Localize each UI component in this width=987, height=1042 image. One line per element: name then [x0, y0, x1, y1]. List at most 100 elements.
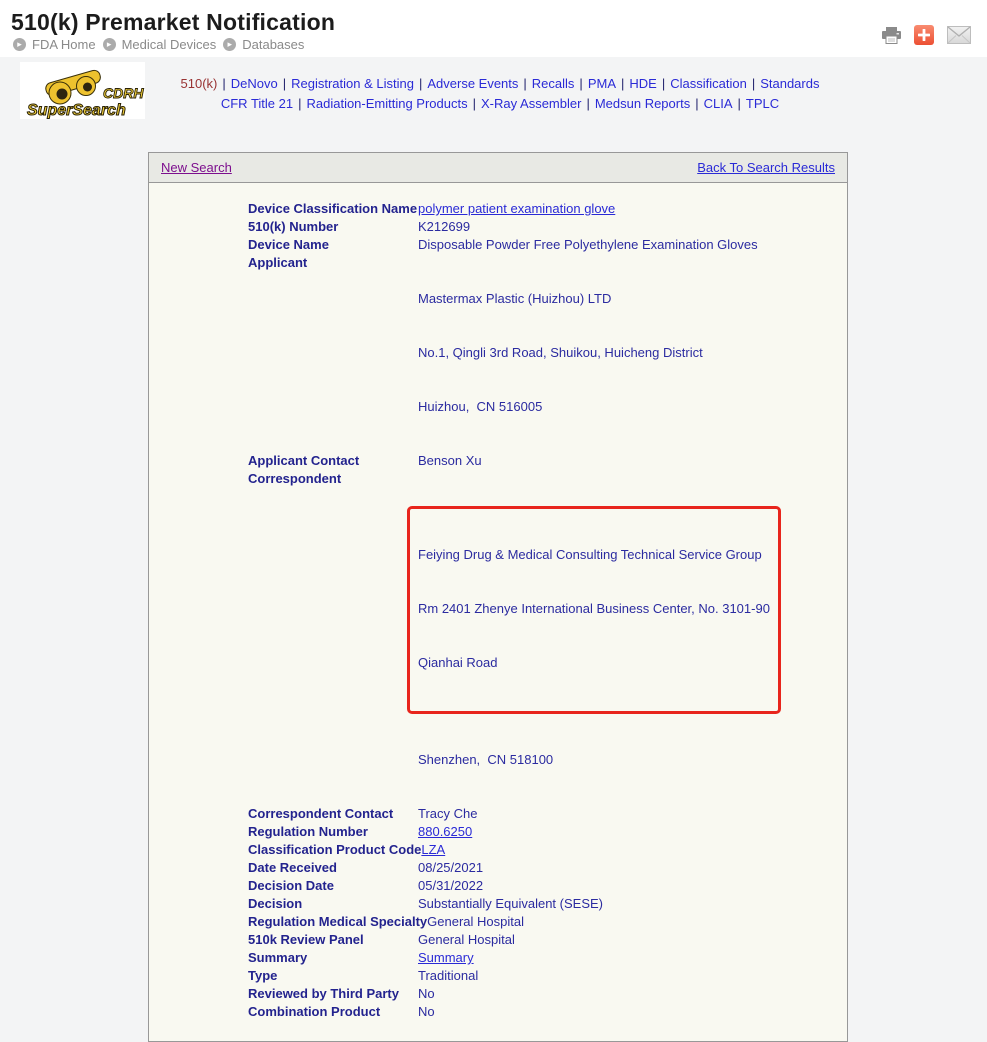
address-line: Qianhai Road [418, 654, 770, 672]
nav-separator: | [738, 96, 741, 111]
database-nav: 510(k) | DeNovo | Registration & Listing | Adv… [170, 74, 830, 114]
field-value: Benson Xu [418, 452, 482, 470]
field-label: Device Classification Name [248, 200, 418, 218]
chevron-right-circle-icon: ▸ [223, 38, 236, 51]
address-line: Rm 2401 Zhenye International Business Ce… [418, 600, 770, 618]
field-value: Disposable Powder Free Polyethylene Exam… [418, 236, 758, 254]
field-label: 510k Review Panel [248, 931, 418, 949]
field-value: Substantially Equivalent (SESE) [418, 895, 603, 913]
page-title: 510(k) Premarket Notification [11, 9, 335, 36]
field-label: Applicant Contact [248, 452, 418, 470]
nav-separator: | [222, 76, 225, 91]
regulation-number-link[interactable]: 880.6250 [418, 824, 472, 839]
cdrh-supersearch-logo[interactable]: CDRH SuperSearch [20, 62, 145, 119]
nav-separator: | [662, 76, 665, 91]
nav-link-510k[interactable]: 510(k) [181, 76, 218, 91]
nav-link-radiation-emitting[interactable]: Radiation-Emitting Products [306, 96, 467, 111]
nav-link-registration-listing[interactable]: Registration & Listing [291, 76, 414, 91]
breadcrumb-label[interactable]: Medical Devices [122, 37, 217, 52]
nav-link-adverse-events[interactable]: Adverse Events [427, 76, 518, 91]
field-value: K212699 [418, 218, 470, 236]
detail-row-medical-specialty: Regulation Medical Specialty General Hos… [248, 913, 827, 931]
share-plus-icon[interactable] [914, 25, 934, 45]
field-label: Type [248, 967, 418, 985]
detail-row-applicant-contact: Applicant Contact Benson Xu [248, 452, 827, 470]
nav-separator: | [579, 76, 582, 91]
record-details: Device Classification Name polymer patie… [148, 183, 848, 1042]
device-classification-link[interactable]: polymer patient examination glove [418, 201, 615, 216]
applicant-address: Mastermax Plastic (Huizhou) LTD No.1, Qi… [418, 254, 703, 452]
detail-row-applicant: Applicant Mastermax Plastic (Huizhou) LT… [248, 254, 827, 452]
back-to-search-results-link[interactable]: Back To Search Results [697, 160, 835, 175]
nav-link-pma[interactable]: PMA [588, 76, 616, 91]
chevron-right-circle-icon: ▸ [103, 38, 116, 51]
nav-separator: | [419, 76, 422, 91]
nav-row-2: CFR Title 21 | Radiation-Emitting Products… [170, 94, 830, 114]
breadcrumb-label[interactable]: FDA Home [32, 37, 96, 52]
field-label: Decision Date [248, 877, 418, 895]
address-line: Huizhou, CN 516005 [418, 398, 703, 416]
nav-link-xray-assembler[interactable]: X-Ray Assembler [481, 96, 581, 111]
nav-link-classification[interactable]: Classification [670, 76, 747, 91]
field-value: General Hospital [418, 931, 515, 949]
field-label: Regulation Number [248, 823, 418, 841]
summary-link[interactable]: Summary [418, 950, 474, 965]
print-icon[interactable] [882, 27, 901, 44]
chevron-right-circle-icon: ▸ [13, 38, 26, 51]
detail-row-review-panel: 510k Review Panel General Hospital [248, 931, 827, 949]
detail-row-date-received: Date Received 08/25/2021 [248, 859, 827, 877]
address-line: No.1, Qingli 3rd Road, Shuikou, Huicheng… [418, 344, 703, 362]
nav-link-standards[interactable]: Standards [760, 76, 819, 91]
detail-row-type: Type Traditional [248, 967, 827, 985]
field-label: Correspondent Contact [248, 805, 418, 823]
nav-link-hde[interactable]: HDE [629, 76, 656, 91]
correspondent-address: Feiying Drug & Medical Consulting Techni… [418, 470, 781, 805]
field-label: Date Received [248, 859, 418, 877]
field-value: Tracy Che [418, 805, 477, 823]
field-value: Traditional [418, 967, 478, 985]
nav-row-1: 510(k) | DeNovo | Registration & Listing | Adv… [170, 74, 830, 94]
detail-row-regulation-number: Regulation Number 880.6250 [248, 823, 827, 841]
field-label: Summary [248, 949, 418, 967]
detail-row-correspondent-contact: Correspondent Contact Tracy Che [248, 805, 827, 823]
breadcrumb: ▸ FDA Home ▸ Medical Devices ▸ Databases [13, 37, 304, 52]
field-label: Correspondent [248, 470, 418, 488]
header-action-icons [882, 25, 971, 45]
field-value: 08/25/2021 [418, 859, 483, 877]
field-label: Combination Product [248, 1003, 418, 1021]
breadcrumb-item-fda-home[interactable]: ▸ FDA Home [13, 37, 96, 52]
detail-row-summary: Summary Summary [248, 949, 827, 967]
nav-link-clia[interactable]: CLIA [704, 96, 733, 111]
nav-link-recalls[interactable]: Recalls [532, 76, 575, 91]
nav-link-cfr-title-21[interactable]: CFR Title 21 [221, 96, 293, 111]
nav-separator: | [298, 96, 301, 111]
field-label: Classification Product Code [248, 841, 421, 859]
field-label: 510(k) Number [248, 218, 418, 236]
field-label: Decision [248, 895, 418, 913]
panel-toolbar: New Search Back To Search Results [148, 152, 848, 183]
email-icon[interactable] [947, 26, 971, 44]
detail-row-product-code: Classification Product Code LZA [248, 841, 827, 859]
record-panel: New Search Back To Search Results Device… [148, 152, 848, 1042]
breadcrumb-item-databases[interactable]: ▸ Databases [223, 37, 304, 52]
breadcrumb-item-medical-devices[interactable]: ▸ Medical Devices [103, 37, 217, 52]
logo-text-cdrh: CDRH [103, 85, 144, 101]
nav-link-tplc[interactable]: TPLC [746, 96, 779, 111]
product-code-link[interactable]: LZA [421, 842, 445, 857]
new-search-link[interactable]: New Search [161, 160, 232, 175]
field-label: Device Name [248, 236, 418, 254]
detail-row-combination-product: Combination Product No [248, 1003, 827, 1021]
address-line: Shenzhen, CN 518100 [418, 751, 781, 769]
detail-row-third-party: Reviewed by Third Party No [248, 985, 827, 1003]
nav-separator: | [586, 96, 589, 111]
nav-link-denovo[interactable]: DeNovo [231, 76, 278, 91]
nav-separator: | [473, 96, 476, 111]
red-annotation-box: Feiying Drug & Medical Consulting Techni… [407, 506, 781, 714]
field-label: Applicant [248, 254, 418, 272]
nav-separator: | [283, 76, 286, 91]
detail-row-device-name: Device Name Disposable Powder Free Polye… [248, 236, 827, 254]
breadcrumb-label[interactable]: Databases [242, 37, 304, 52]
nav-separator: | [523, 76, 526, 91]
field-label: Reviewed by Third Party [248, 985, 418, 1003]
nav-link-medsun-reports[interactable]: Medsun Reports [595, 96, 690, 111]
